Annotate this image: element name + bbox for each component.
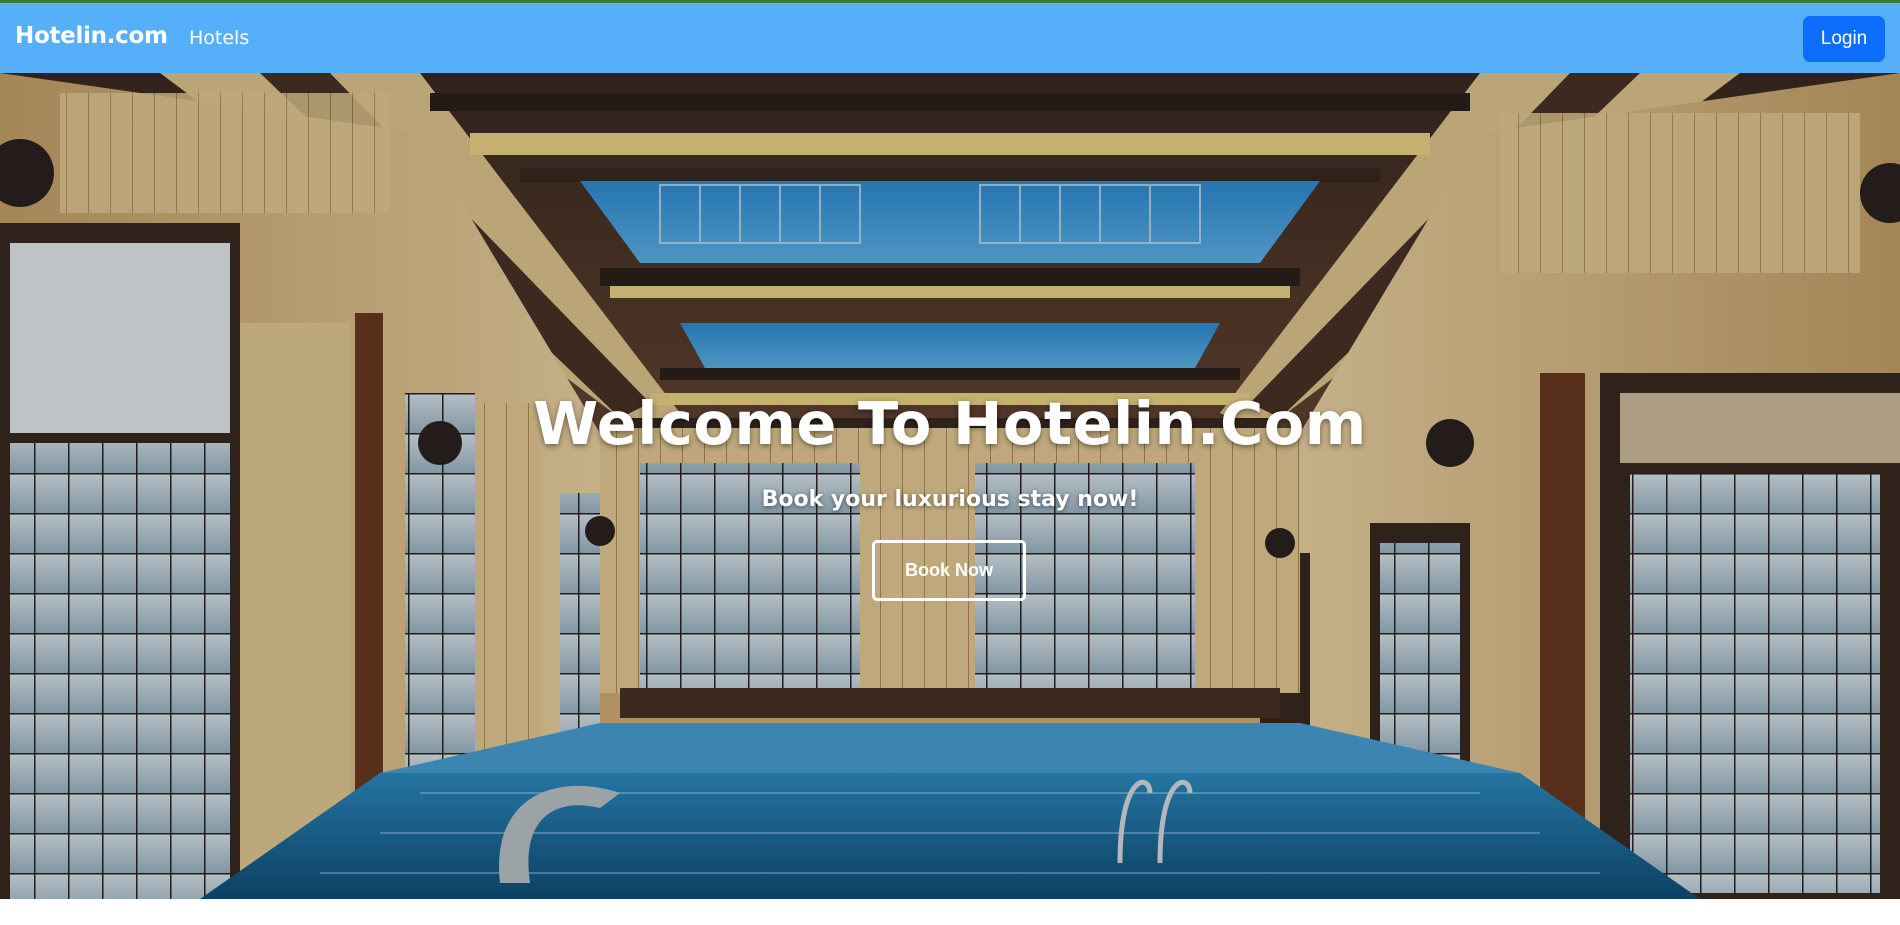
book-now-button[interactable]: Book Now xyxy=(872,540,1026,601)
brand-logo[interactable]: Hotelin.com xyxy=(15,23,168,49)
nav-link-hotels[interactable]: Hotels xyxy=(189,27,249,49)
login-button[interactable]: Login xyxy=(1803,16,1885,62)
navbar: Hotelin.com Hotels Login xyxy=(0,3,1900,73)
hero-overlay xyxy=(0,73,1900,899)
hero-subtitle: Book your luxurious stay now! xyxy=(761,487,1139,512)
hero-title: Welcome To Hotelin.Com xyxy=(533,389,1367,458)
hero-section: Welcome To Hotelin.Com Book your luxurio… xyxy=(0,73,1900,899)
